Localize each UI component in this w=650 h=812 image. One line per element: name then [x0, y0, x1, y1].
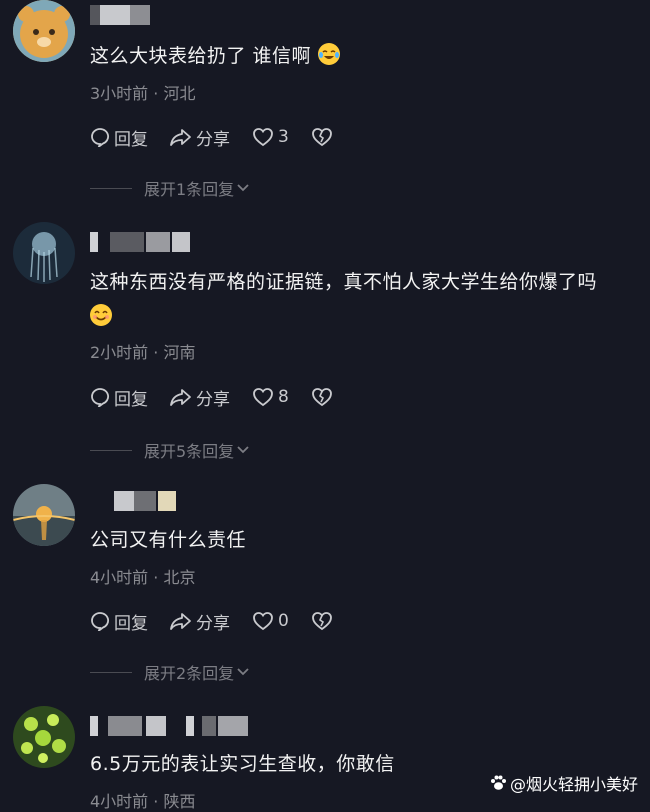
meta-separator: · [153, 792, 159, 811]
smiling-emoji-icon [90, 304, 112, 326]
heart-icon [253, 128, 273, 147]
comment-bubble-icon [91, 388, 109, 407]
comment-meta: 2小时前 · 河南 [90, 339, 195, 363]
paw-icon [490, 775, 506, 790]
expand-replies[interactable]: 展开5条回复 [90, 438, 250, 462]
meta-separator: · [153, 84, 159, 103]
like-button[interactable]: 8 [252, 387, 289, 407]
chevron-down-icon [237, 446, 249, 454]
comment-text-content: 6.5万元的表让实习生查收，你敢信 [90, 753, 395, 775]
comment-text: 这种东西没有严格的证据链，真不怕人家大学生给你爆了吗 [90, 266, 640, 333]
comment-time: 3小时前 [90, 84, 149, 103]
dislike-button[interactable] [311, 387, 337, 407]
username-blurred[interactable] [90, 716, 250, 736]
comment-actions: 回复 分享 0 [90, 608, 359, 634]
reply-button[interactable]: 回复 [90, 385, 148, 410]
like-button[interactable]: 3 [252, 127, 289, 147]
share-arrow-icon [170, 613, 191, 630]
heart-icon [253, 388, 273, 407]
meta-separator: · [153, 568, 159, 587]
comment-text-content: 公司又有什么责任 [90, 529, 247, 551]
comment-time: 4小时前 [90, 792, 149, 811]
avatar[interactable] [13, 484, 75, 546]
divider-line [90, 449, 132, 451]
share-button[interactable]: 分享 [170, 125, 230, 150]
reply-label: 回复 [114, 389, 148, 410]
avatar[interactable] [13, 222, 75, 284]
comment-time: 2小时前 [90, 343, 149, 362]
expand-replies-label: 展开2条回复 [144, 664, 235, 683]
avatar[interactable] [13, 706, 75, 768]
meta-separator: · [153, 343, 159, 362]
expand-replies[interactable]: 展开2条回复 [90, 660, 250, 684]
expand-replies[interactable]: 展开1条回复 [90, 176, 250, 200]
username-blurred[interactable] [114, 491, 176, 511]
share-button[interactable]: 分享 [170, 609, 230, 634]
like-button[interactable]: 0 [252, 611, 289, 631]
like-count: 3 [278, 127, 289, 147]
chevron-down-icon [237, 668, 249, 676]
comment-actions: 回复 分享 8 [90, 384, 359, 410]
comment-meta: 4小时前 · 北京 [90, 564, 195, 588]
chevron-down-icon [237, 184, 249, 192]
username-blurred[interactable] [90, 5, 150, 25]
comment-location: 陕西 [163, 792, 196, 811]
comment-text: 这么大块表给扔了 谁信啊 [90, 40, 640, 72]
comment-text: 公司又有什么责任 [90, 524, 640, 556]
divider-line [90, 187, 132, 189]
comment-text-content: 这种东西没有严格的证据链，真不怕人家大学生给你爆了吗 [90, 271, 598, 293]
share-label: 分享 [196, 129, 230, 150]
like-count: 8 [278, 387, 289, 407]
divider-line [90, 671, 132, 673]
watermark: @烟火轻拥小美好 [489, 771, 638, 795]
expand-replies-label: 展开5条回复 [144, 442, 235, 461]
broken-heart-icon [311, 612, 332, 631]
reply-label: 回复 [114, 613, 148, 634]
broken-heart-icon [311, 388, 332, 407]
heart-icon [253, 612, 273, 631]
comment-location: 河北 [163, 84, 196, 103]
like-count: 0 [278, 611, 289, 631]
expand-replies-label: 展开1条回复 [144, 180, 235, 199]
share-arrow-icon [170, 129, 191, 146]
share-button[interactable]: 分享 [170, 385, 230, 410]
watermark-text: @烟火轻拥小美好 [509, 775, 638, 794]
share-arrow-icon [170, 389, 191, 406]
reply-button[interactable]: 回复 [90, 609, 148, 634]
dislike-button[interactable] [311, 611, 337, 631]
laughing-crying-emoji-icon [317, 43, 340, 65]
dislike-button[interactable] [311, 127, 337, 147]
share-label: 分享 [196, 613, 230, 634]
comment-actions: 回复 分享 3 [90, 124, 359, 150]
comment-meta: 3小时前 · 河北 [90, 80, 195, 104]
reply-label: 回复 [114, 129, 148, 150]
comment-time: 4小时前 [90, 568, 149, 587]
share-label: 分享 [196, 389, 230, 410]
comment-location: 河南 [163, 343, 196, 362]
broken-heart-icon [311, 128, 332, 147]
comment-meta: 4小时前 · 陕西 [90, 788, 195, 812]
username-blurred[interactable] [90, 232, 200, 252]
comment-text-content: 这么大块表给扔了 谁信啊 [90, 45, 312, 67]
comment-location: 北京 [163, 568, 196, 587]
comment-bubble-icon [91, 612, 109, 631]
comment-bubble-icon [91, 128, 109, 147]
reply-button[interactable]: 回复 [90, 125, 148, 150]
avatar[interactable] [13, 0, 75, 62]
